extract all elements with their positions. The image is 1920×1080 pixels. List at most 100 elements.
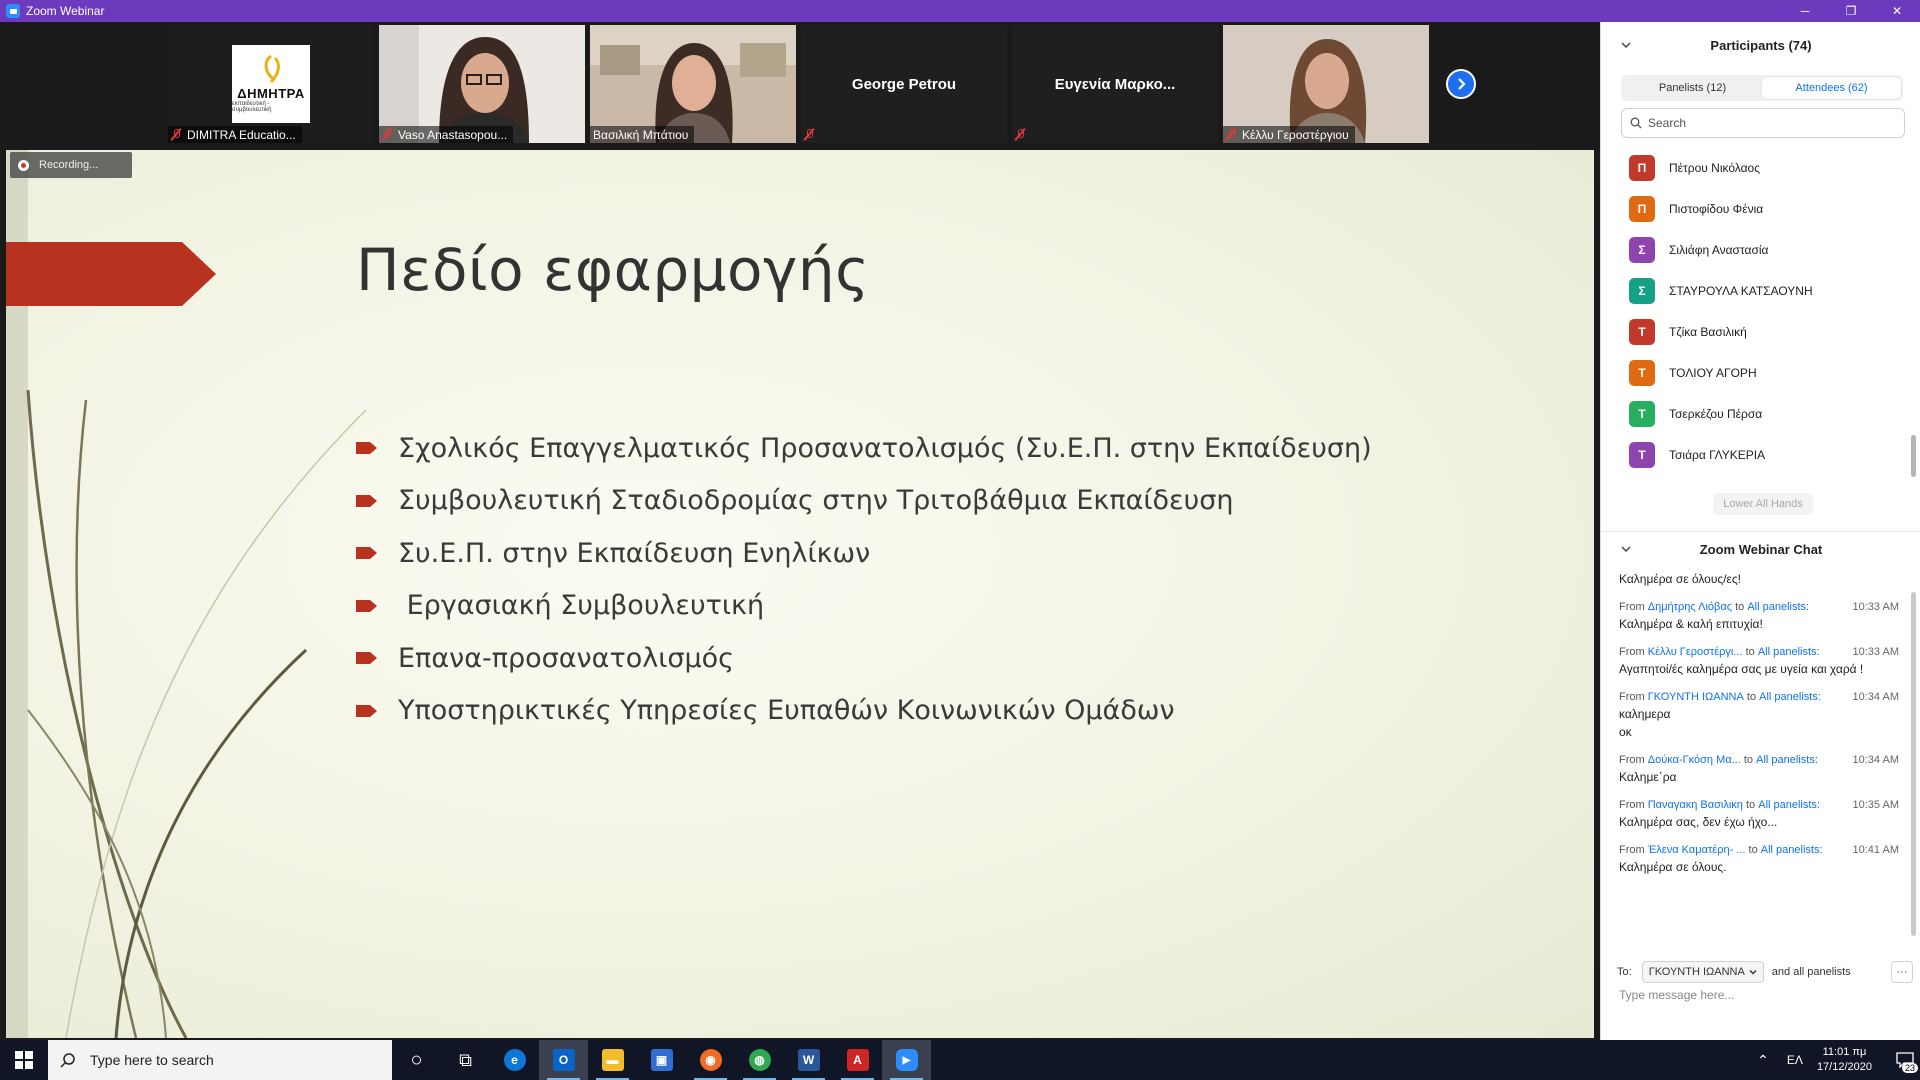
chat-message: From Έλενα Καματέρη- ... to All panelist… [1619, 842, 1899, 876]
title-bar: Zoom Webinar ─ ❐ ✕ [0, 0, 1920, 22]
attendee-row[interactable]: Τ Τζίκα Βασιλική [1601, 311, 1913, 352]
chevron-down-icon[interactable] [1621, 40, 1631, 50]
video-tile-kelly[interactable]: Κέλλυ Γεροστέργιου [1223, 25, 1429, 143]
chat-message: From Δούκα-Γκόση Μα... to All panelists:… [1619, 752, 1899, 786]
more-options-button[interactable]: ··· [1891, 961, 1913, 983]
participants-header: Participants (74) [1601, 22, 1920, 68]
chat-header: Zoom Webinar Chat [1601, 532, 1920, 566]
sender-name[interactable]: Παναγακη Βασιλικη [1648, 799, 1743, 811]
attendee-row[interactable]: Π Πιστοφίδου Φένια [1601, 188, 1913, 229]
windows-logo-icon [15, 1051, 33, 1069]
message-time: 10:34 AM [1852, 691, 1899, 703]
word-icon[interactable]: W [784, 1040, 833, 1080]
participant-name: DIMITRA Educatio... [187, 127, 296, 142]
file-explorer-icon[interactable]: ▬ [588, 1040, 637, 1080]
edge-glyph: e [503, 1049, 526, 1071]
record-icon [18, 159, 29, 171]
sender-name[interactable]: Κέλλυ Γεροστέργι... [1648, 646, 1743, 658]
minimize-button[interactable]: ─ [1782, 0, 1828, 22]
participants-search-input[interactable]: Search [1621, 108, 1905, 138]
taskbar-search-box[interactable]: Type here to search [48, 1040, 392, 1080]
search-placeholder: Search [1648, 116, 1687, 130]
store-icon[interactable]: ▣ [637, 1040, 686, 1080]
task-view-glyph: ⧉ [459, 1049, 472, 1070]
recording-indicator[interactable]: Recording... [10, 152, 132, 178]
video-tile-evgenia[interactable]: Ευγενία Μαρκο... [1012, 25, 1218, 143]
notification-center-button[interactable]: 23 [1890, 1040, 1920, 1080]
message-time: 10:33 AM [1852, 601, 1899, 613]
dimitra-logo-text: ΔΗΜΗΤΡΑ [237, 86, 305, 101]
acrobat-icon[interactable]: A [833, 1040, 882, 1080]
close-button[interactable]: ✕ [1874, 0, 1920, 22]
sender-name[interactable]: Δούκα-Γκόση Μα... [1648, 754, 1741, 766]
firefox-icon[interactable]: ◉ [686, 1040, 735, 1080]
recipient-select[interactable]: ΓΚΟΥΝΤΗ ΙΩΑΝΝΑ [1641, 961, 1764, 983]
recipient-name: All panelists: [1756, 754, 1818, 766]
bullet-text: Υποστηρικτικές Υπηρεσίες Ευπαθών Κοινωνι… [398, 695, 1175, 727]
attendee-row[interactable]: Σ ΣΤΑΥΡΟΥΛΑ ΚΑΤΣΑΟΥΝΗ [1601, 270, 1913, 311]
chevron-down-icon[interactable] [1621, 544, 1631, 554]
attendee-name: Τζίκα Βασιλική [1669, 324, 1747, 339]
from-label: From [1619, 646, 1645, 658]
chat-message: From Δημήτρης Λιόβας to All panelists: 10… [1619, 599, 1899, 633]
tab-panelists[interactable]: Panelists (12) [1623, 77, 1762, 99]
outlook-icon[interactable]: O [539, 1040, 588, 1080]
bullet-text: Εργασιακή Συμβουλευτική [398, 590, 765, 622]
attendee-name: Τσιάρα ΓΛΥΚΕΡΙΑ [1669, 447, 1766, 462]
participants-scrollbar[interactable] [1911, 435, 1916, 477]
video-tile-george[interactable]: George Petrou [801, 25, 1007, 143]
video-tile-dimitra[interactable]: ΔΗΜΗΤΡΑ εκπαιδευτική - συμβουλευτική DIM… [168, 25, 374, 143]
sender-name[interactable]: ΓΚΟΥΝΤΗ ΙΩΑΝΝΑ [1648, 691, 1744, 703]
system-tray: ⌃ ΕΛ 11:01 πμ 17/12/2020 23 [1757, 1040, 1920, 1080]
slide-bullet: Επανα-προσανατολισμός [356, 632, 1372, 685]
dimitra-logo-mark [264, 54, 280, 84]
start-button[interactable] [0, 1040, 48, 1080]
zoom-icon[interactable]: ▶ [882, 1040, 931, 1080]
chrome-icon[interactable]: ◍ [735, 1040, 784, 1080]
attendee-row[interactable]: Τ Τσιάρα ΓΛΥΚΕΡΙΑ [1601, 434, 1913, 475]
chat-recipient-row: To: ΓΚΟΥΝΤΗ ΙΩΑΝΝΑ and all panelists ··· [1617, 958, 1913, 986]
tab-attendees[interactable]: Attendees (62) [1762, 77, 1901, 99]
chat-message-meta: From Παναγακη Βασιλικη to All panelists:… [1619, 797, 1899, 813]
slide-bullet: Σχολικός Επαγγελματικός Προσανατολισμός … [356, 422, 1372, 475]
video-tile-vasiliki[interactable]: Βασιλική Μπάτιου [590, 25, 796, 143]
sender-name[interactable]: Δημήτρης Λιόβας [1648, 601, 1732, 613]
file-explorer-glyph: ▬ [601, 1049, 624, 1071]
chat-scrollbar[interactable] [1911, 592, 1916, 936]
restore-button[interactable]: ❐ [1828, 0, 1874, 22]
input-language-indicator[interactable]: ΕΛ [1787, 1053, 1803, 1067]
attendee-row[interactable]: Τ ΤΟΛΙΟΥ ΑΓΟΡΗ [1601, 352, 1913, 393]
participant-name: Ευγενία Μαρκο... [1054, 75, 1176, 93]
bullet-arrow-icon [356, 442, 377, 455]
avatar: Τ [1629, 441, 1655, 468]
tray-overflow-icon[interactable]: ⌃ [1757, 1052, 1769, 1069]
bullet-arrow-icon [356, 494, 377, 507]
to-label: to [1748, 844, 1758, 856]
side-panel: Participants (74) Panelists (12) Attende… [1600, 22, 1920, 1040]
to-label: to [1745, 799, 1756, 811]
bullet-text: Συμβουλευτική Σταδιοδρομίας στην Τριτοβά… [398, 485, 1234, 517]
task-view-icon[interactable]: ⧉ [441, 1040, 490, 1080]
next-page-button[interactable] [1446, 69, 1476, 99]
attendee-row[interactable]: Σ Σιλιάφη Αναστασία [1601, 229, 1913, 270]
recipient-value: ΓΚΟΥΝΤΗ ΙΩΑΝΝΑ [1648, 966, 1745, 978]
chat-message-input[interactable]: Type message here... [1619, 988, 1734, 1002]
acrobat-glyph: A [846, 1049, 869, 1071]
avatar: Σ [1629, 236, 1655, 263]
cortana-icon[interactable]: ○ [392, 1040, 441, 1080]
video-strip: ΔΗΜΗΤΡΑ εκπαιδευτική - συμβουλευτική DIM… [0, 22, 1600, 146]
attendee-row[interactable]: Π Πέτρου Νικόλαος [1601, 147, 1913, 188]
muted-mic-icon [382, 128, 392, 141]
chat-message: Καλημέρα σε όλους/ες! [1619, 570, 1899, 588]
edge-icon[interactable]: e [490, 1040, 539, 1080]
attendee-name: Πέτρου Νικόλαος [1669, 160, 1760, 175]
attendee-name: ΣΤΑΥΡΟΥΛΑ ΚΑΤΣΑΟΥΝΗ [1669, 283, 1813, 298]
video-tile-vaso[interactable]: Vaso Anastasopou... [379, 25, 585, 143]
avatar: Π [1629, 154, 1655, 181]
lower-all-hands-button[interactable]: Lower All Hands [1713, 493, 1813, 515]
chat-message-text: Καλημέρα σε όλους/ες! [1619, 572, 1742, 586]
attendee-row[interactable]: Τ Τσερκέζου Πέρσα [1601, 393, 1913, 434]
taskbar-clock[interactable]: 11:01 πμ 17/12/2020 [1817, 1045, 1872, 1075]
cortana-glyph: ○ [410, 1048, 423, 1071]
sender-name[interactable]: Έλενα Καματέρη- ... [1648, 844, 1746, 856]
